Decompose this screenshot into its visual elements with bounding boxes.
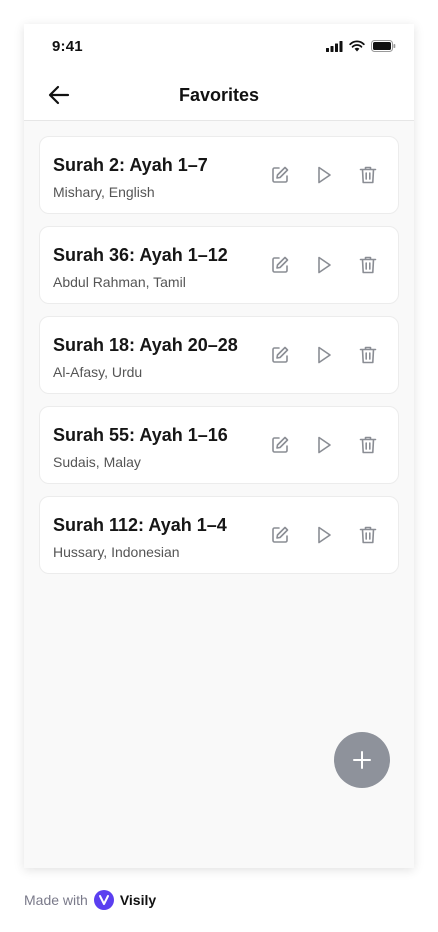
favorite-title: Surah 2: Ayah 1–7 bbox=[53, 155, 208, 175]
delete-button[interactable] bbox=[356, 253, 380, 277]
edit-button[interactable] bbox=[268, 433, 292, 457]
wifi-icon bbox=[349, 40, 365, 52]
delete-button[interactable] bbox=[356, 523, 380, 547]
favorite-card[interactable]: Surah 18: Ayah 20–28 Al-Afasy, Urdu bbox=[39, 316, 399, 394]
battery-icon bbox=[371, 40, 396, 52]
page-title: Favorites bbox=[178, 85, 260, 105]
favorite-title: Surah 112: Ayah 1–4 bbox=[53, 515, 227, 535]
status-icons bbox=[326, 40, 396, 52]
edit-button[interactable] bbox=[268, 523, 292, 547]
made-with-label: Made with bbox=[24, 892, 88, 908]
visily-brand: Visily bbox=[119, 892, 157, 908]
trash-icon bbox=[359, 256, 377, 274]
status-bar: 9:41 bbox=[24, 24, 414, 68]
edit-button[interactable] bbox=[268, 163, 292, 187]
favorite-title: Surah 18: Ayah 20–28 bbox=[53, 335, 238, 355]
signal-icon bbox=[326, 40, 343, 52]
favorite-subtitle: Sudais, Malay bbox=[53, 454, 141, 470]
favorite-subtitle: Mishary, English bbox=[53, 184, 155, 200]
favorite-card[interactable]: Surah 112: Ayah 1–4 Hussary, Indonesian bbox=[39, 496, 399, 574]
trash-icon bbox=[359, 346, 377, 364]
card-actions bbox=[268, 163, 380, 187]
favorite-card[interactable]: Surah 2: Ayah 1–7 Mishary, English bbox=[39, 136, 399, 214]
visily-logo-icon bbox=[93, 890, 114, 910]
phone-frame: 9:41 Favorites Surah 2: Ayah 1–7 Mishary… bbox=[24, 24, 414, 868]
trash-icon bbox=[359, 526, 377, 544]
play-icon bbox=[318, 436, 331, 454]
favorite-title: Surah 36: Ayah 1–12 bbox=[53, 245, 228, 265]
favorites-list: Surah 2: Ayah 1–7 Mishary, English Surah… bbox=[39, 136, 399, 586]
edit-icon bbox=[272, 256, 289, 273]
trash-icon bbox=[359, 436, 377, 454]
card-actions bbox=[268, 433, 380, 457]
play-button[interactable] bbox=[312, 523, 336, 547]
plus-icon bbox=[353, 751, 371, 769]
favorite-subtitle: Al-Afasy, Urdu bbox=[53, 364, 143, 380]
made-with-footer[interactable]: Made with Visily bbox=[24, 890, 156, 910]
play-icon bbox=[318, 526, 331, 544]
status-time: 9:41 bbox=[52, 38, 83, 55]
edit-icon bbox=[272, 166, 289, 183]
trash-icon bbox=[359, 166, 377, 184]
header: Favorites bbox=[24, 68, 414, 121]
play-button[interactable] bbox=[312, 253, 336, 277]
play-button[interactable] bbox=[312, 343, 336, 367]
card-actions bbox=[268, 343, 380, 367]
play-button[interactable] bbox=[312, 163, 336, 187]
play-icon bbox=[318, 346, 331, 364]
delete-button[interactable] bbox=[356, 343, 380, 367]
card-actions bbox=[268, 523, 380, 547]
edit-button[interactable] bbox=[268, 343, 292, 367]
edit-icon bbox=[272, 346, 289, 363]
card-actions bbox=[268, 253, 380, 277]
favorite-card[interactable]: Surah 36: Ayah 1–12 Abdul Rahman, Tamil bbox=[39, 226, 399, 304]
add-favorite-button[interactable] bbox=[334, 732, 390, 788]
favorite-subtitle: Abdul Rahman, Tamil bbox=[53, 274, 186, 290]
edit-button[interactable] bbox=[268, 253, 292, 277]
edit-icon bbox=[272, 526, 289, 543]
delete-button[interactable] bbox=[356, 163, 380, 187]
delete-button[interactable] bbox=[356, 433, 380, 457]
edit-icon bbox=[272, 436, 289, 453]
play-icon bbox=[318, 256, 331, 274]
favorite-title: Surah 55: Ayah 1–16 bbox=[53, 425, 228, 445]
favorite-subtitle: Hussary, Indonesian bbox=[53, 544, 180, 560]
favorite-card[interactable]: Surah 55: Ayah 1–16 Sudais, Malay bbox=[39, 406, 399, 484]
play-button[interactable] bbox=[312, 433, 336, 457]
play-icon bbox=[318, 166, 331, 184]
